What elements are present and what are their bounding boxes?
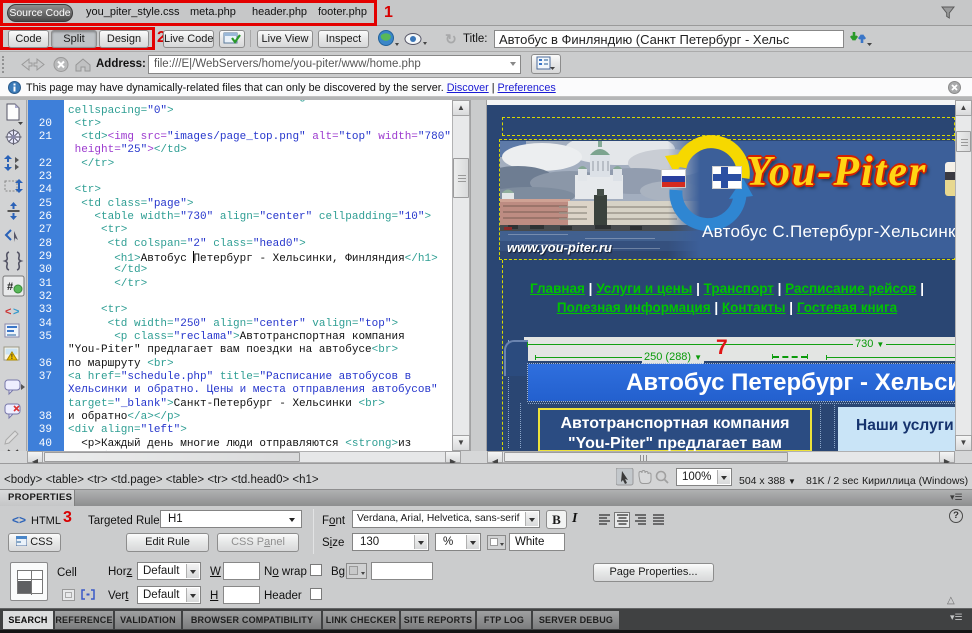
svg-text:>: > (13, 306, 19, 318)
svg-text:#: # (7, 281, 13, 293)
svg-text:<: < (5, 306, 11, 318)
svg-text:!: ! (11, 354, 13, 361)
